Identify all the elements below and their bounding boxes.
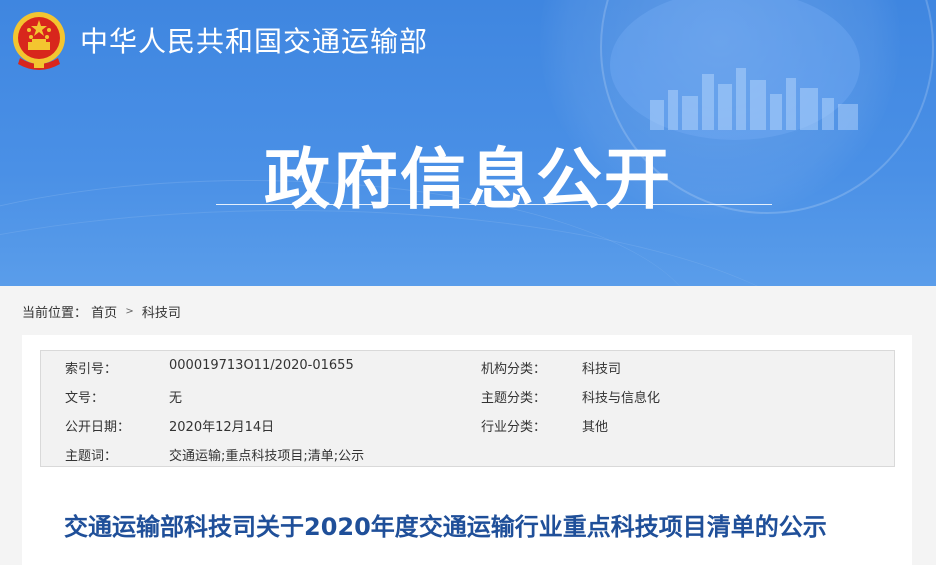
breadcrumb-current-link[interactable]: 科技司	[142, 306, 181, 321]
national-emblem-icon	[13, 12, 65, 70]
content-card: 索引号： 000019713O11/2020-01655 机构分类： 科技司 文…	[22, 335, 912, 565]
document-meta-table: 索引号： 000019713O11/2020-01655 机构分类： 科技司 文…	[40, 350, 895, 467]
document-title: 交通运输部科技司关于2020年度交通运输行业重点科技项目清单的公示	[64, 513, 827, 541]
breadcrumb-separator: >	[125, 306, 134, 317]
header-banner: 中华人民共和国交通运输部 政府信息公开	[0, 0, 936, 286]
publish-date-label: 公开日期：	[65, 420, 131, 435]
keywords-value: 交通运输;重点科技项目;清单;公示	[169, 449, 365, 464]
keywords-label: 主题词：	[65, 449, 118, 464]
breadcrumb-home-link[interactable]: 首页	[91, 306, 117, 321]
index-value: 000019713O11/2020-01655	[169, 358, 354, 373]
doc-number-value: 无	[169, 391, 183, 406]
breadcrumb-label: 当前位置：	[22, 306, 88, 321]
industry-label: 行业分类：	[481, 420, 547, 435]
org-label: 机构分类：	[481, 362, 547, 377]
meta-row: 索引号： 000019713O11/2020-01655 机构分类： 科技司	[41, 352, 894, 381]
title-underline	[216, 204, 772, 205]
city-skyline-illustration	[650, 68, 858, 130]
publish-date-value: 2020年12月14日	[169, 420, 275, 435]
breadcrumb: 当前位置： 首页 > 科技司	[22, 302, 181, 321]
ministry-name[interactable]: 中华人民共和国交通运输部	[80, 20, 428, 60]
meta-row: 主题词： 交通运输;重点科技项目;清单;公示	[41, 439, 894, 468]
topic-label: 主题分类：	[481, 391, 547, 406]
org-value: 科技司	[582, 362, 622, 377]
meta-row: 文号： 无 主题分类： 科技与信息化	[41, 381, 894, 410]
index-label: 索引号：	[65, 362, 118, 377]
industry-value: 其他	[582, 420, 609, 435]
doc-number-label: 文号：	[65, 391, 105, 406]
topic-value: 科技与信息化	[582, 391, 661, 406]
meta-row: 公开日期： 2020年12月14日 行业分类： 其他	[41, 410, 894, 439]
banner-title: 政府信息公开	[264, 141, 672, 218]
